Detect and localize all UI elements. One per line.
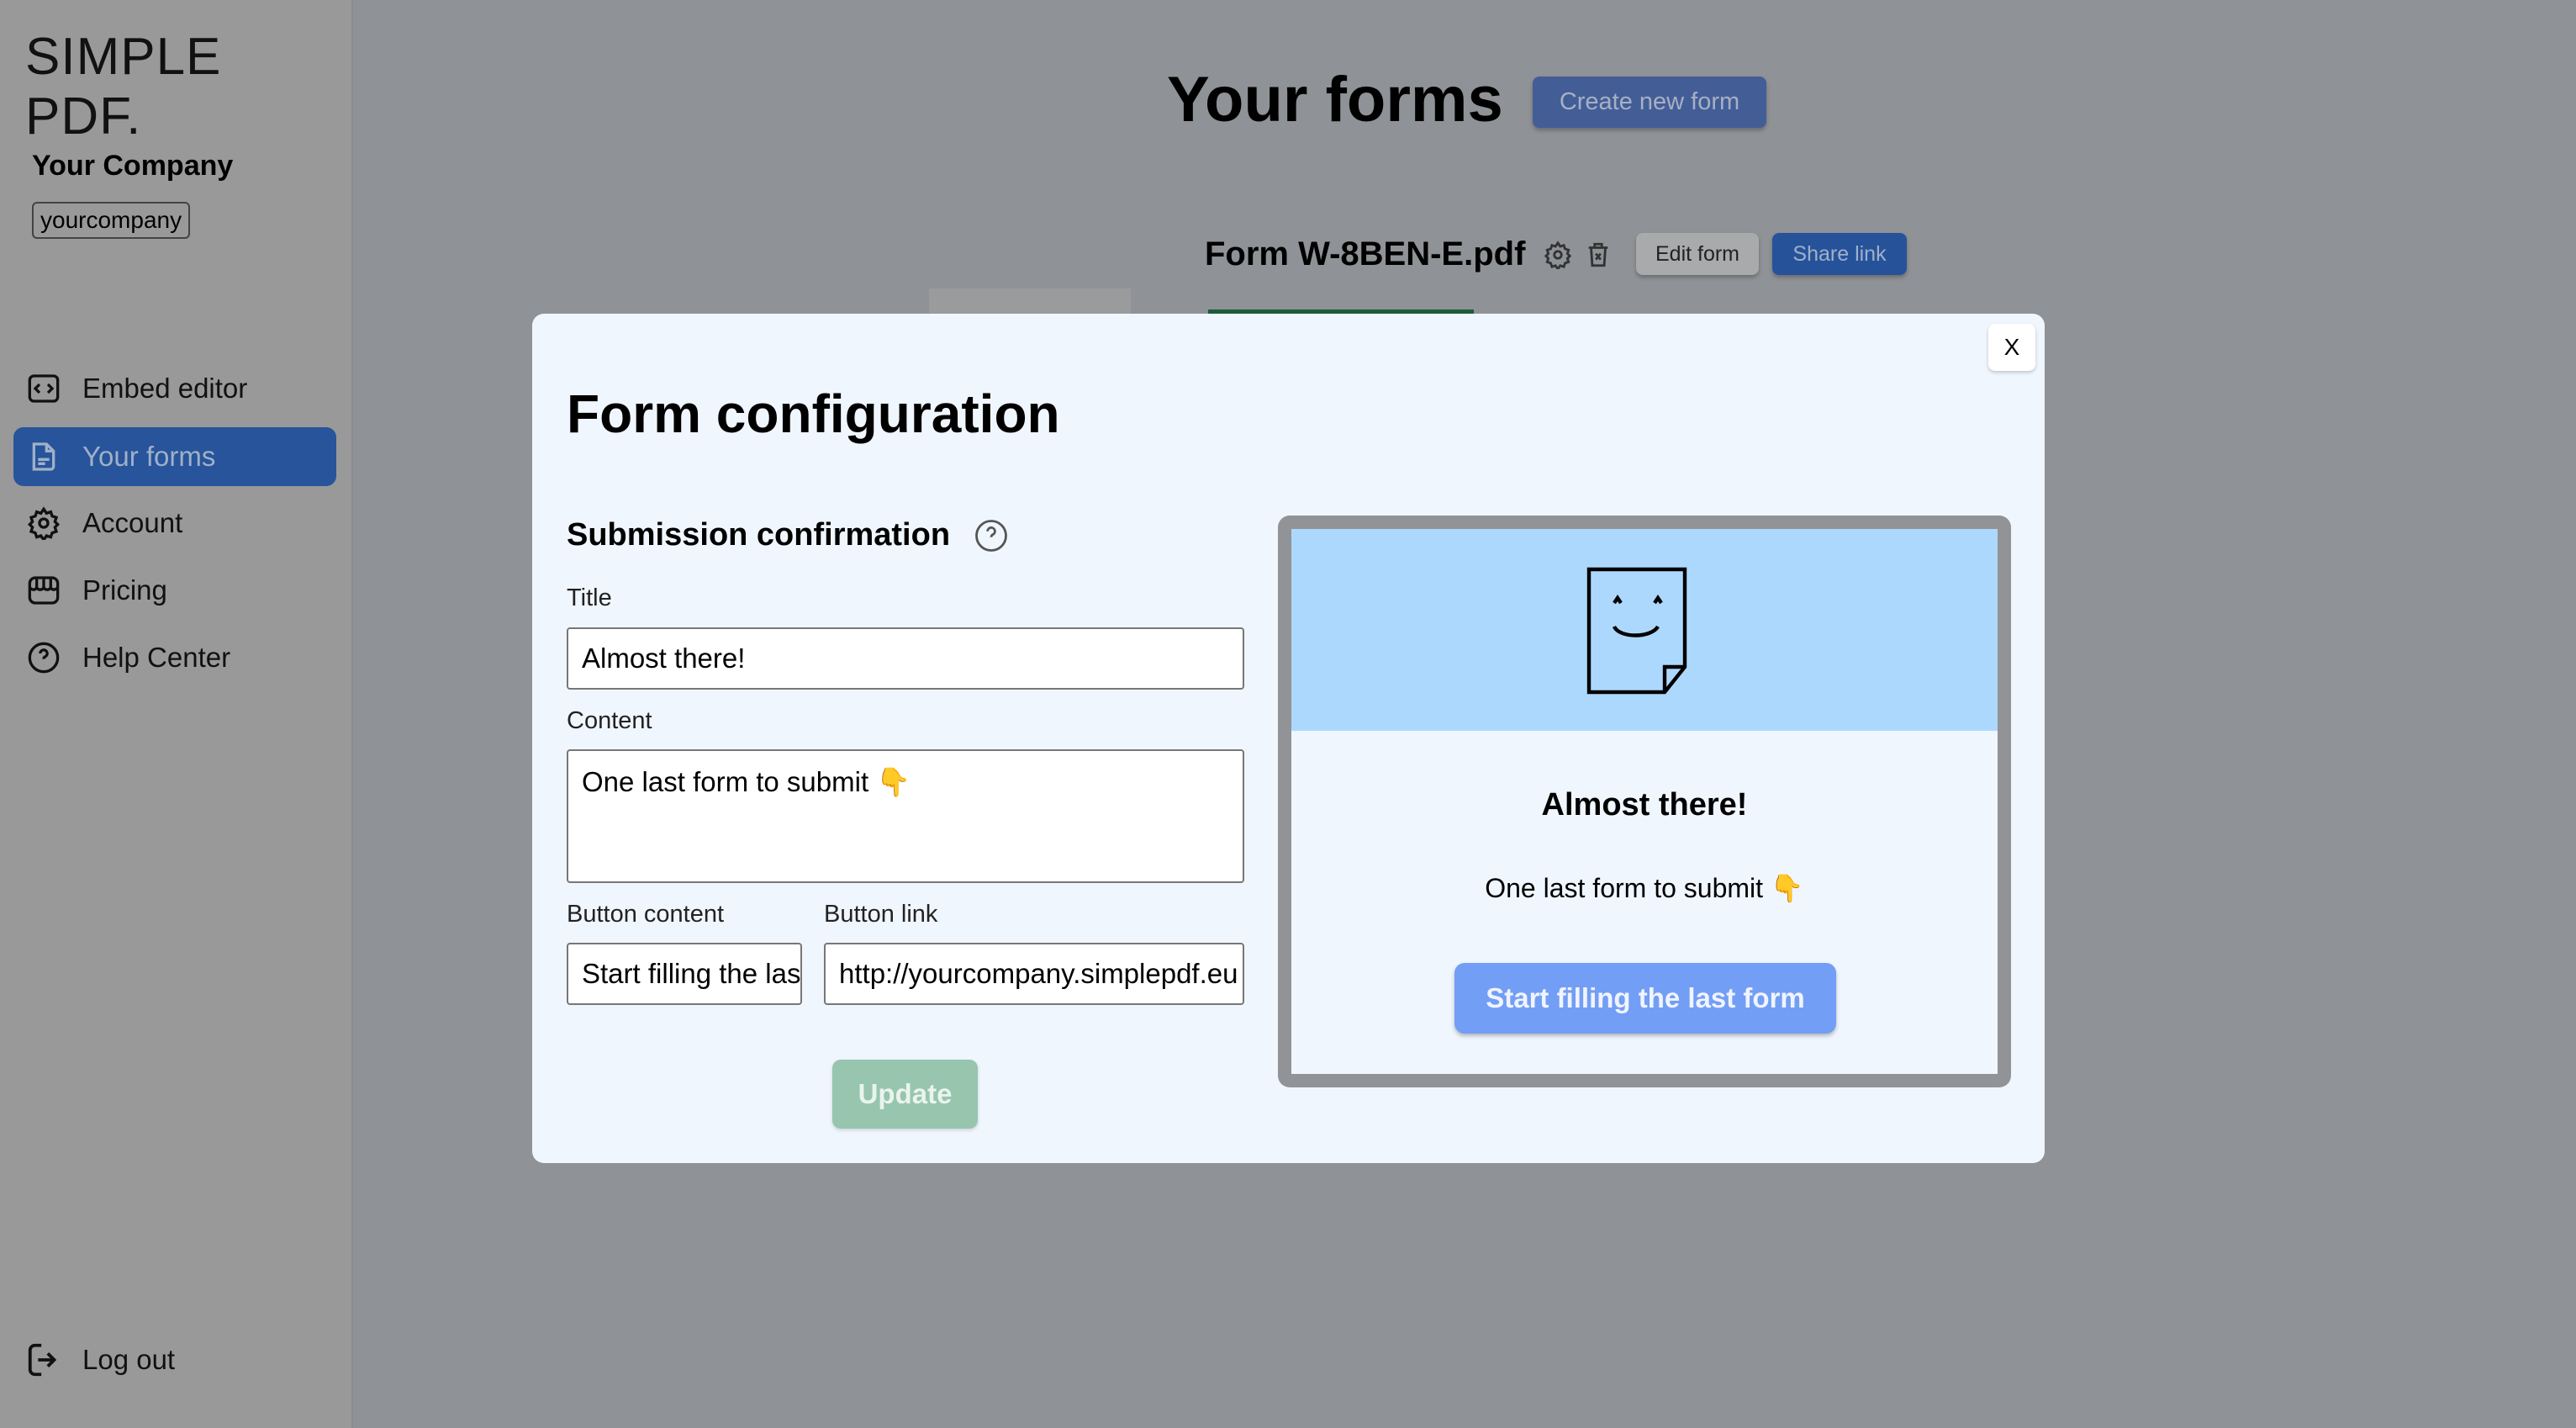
sidebar-item-label: Embed editor xyxy=(82,373,248,404)
sidebar-item-embed-editor[interactable]: Embed editor xyxy=(13,359,336,418)
edit-form-button[interactable]: Edit form xyxy=(1636,233,1759,275)
sidebar-item-your-forms[interactable]: Your forms xyxy=(13,427,336,486)
logout-label: Log out xyxy=(82,1344,176,1375)
content-textarea[interactable]: One last form to submit 👇 xyxy=(567,749,1244,883)
preview-title: Almost there! xyxy=(1541,787,1748,822)
gear-icon[interactable] xyxy=(1544,241,1572,269)
sidebar-item-pricing[interactable]: Pricing xyxy=(13,561,336,620)
share-link-button[interactable]: Share link xyxy=(1772,233,1907,275)
page-title: Your forms xyxy=(1167,64,1503,135)
preview-content: One last form to submit 👇 xyxy=(1485,873,1804,903)
confirmation-preview: Almost there! One last form to submit 👇 … xyxy=(1278,516,2011,1087)
content-label: Content xyxy=(567,707,652,734)
preview-header xyxy=(1291,529,1998,731)
preview-start-button[interactable]: Start filling the last form xyxy=(1454,963,1836,1034)
smiling-document-icon xyxy=(1586,567,1687,695)
logo: SIMPLE PDF. xyxy=(25,28,222,145)
code-icon xyxy=(28,374,60,403)
sidebar-item-help-center[interactable]: Help Center xyxy=(13,628,336,687)
button-content-label: Button content xyxy=(567,901,725,928)
modal-title: Form configuration xyxy=(567,383,1060,444)
sidebar-item-label: Help Center xyxy=(82,642,231,673)
store-icon xyxy=(28,576,60,605)
form-name: Form W-8BEN-E.pdf xyxy=(1205,235,1526,272)
sidebar: SIMPLE PDF. Your Company yourcompany Emb… xyxy=(0,0,353,1428)
update-button[interactable]: Update xyxy=(832,1060,978,1129)
help-icon[interactable] xyxy=(974,518,1009,553)
title-input[interactable]: Almost there! xyxy=(567,627,1244,690)
trash-icon[interactable] xyxy=(1584,239,1613,271)
logout-icon xyxy=(28,1343,57,1377)
help-icon xyxy=(28,642,60,674)
company-name: Your Company xyxy=(32,150,234,182)
sidebar-item-account[interactable]: Account xyxy=(13,494,336,553)
logout-button[interactable]: Log out xyxy=(25,1341,175,1379)
button-content-input[interactable]: Start filling the last form xyxy=(567,943,802,1005)
company-slug-badge: yourcompany xyxy=(32,202,191,239)
sidebar-item-label: Account xyxy=(82,507,183,538)
gear-icon xyxy=(27,506,61,540)
close-button[interactable]: X xyxy=(1988,324,2035,371)
document-icon xyxy=(32,442,55,471)
sidebar-item-label: Pricing xyxy=(82,574,167,606)
button-link-input[interactable]: http://yourcompany.simplepdf.eu xyxy=(824,943,1244,1005)
section-title: Submission confirmation xyxy=(567,517,951,553)
section-heading: Submission confirmation xyxy=(567,517,1009,553)
sidebar-item-label: Your forms xyxy=(82,441,216,472)
button-link-label: Button link xyxy=(824,901,938,928)
title-label: Title xyxy=(567,584,612,611)
create-new-form-button[interactable]: Create new form xyxy=(1533,77,1766,128)
